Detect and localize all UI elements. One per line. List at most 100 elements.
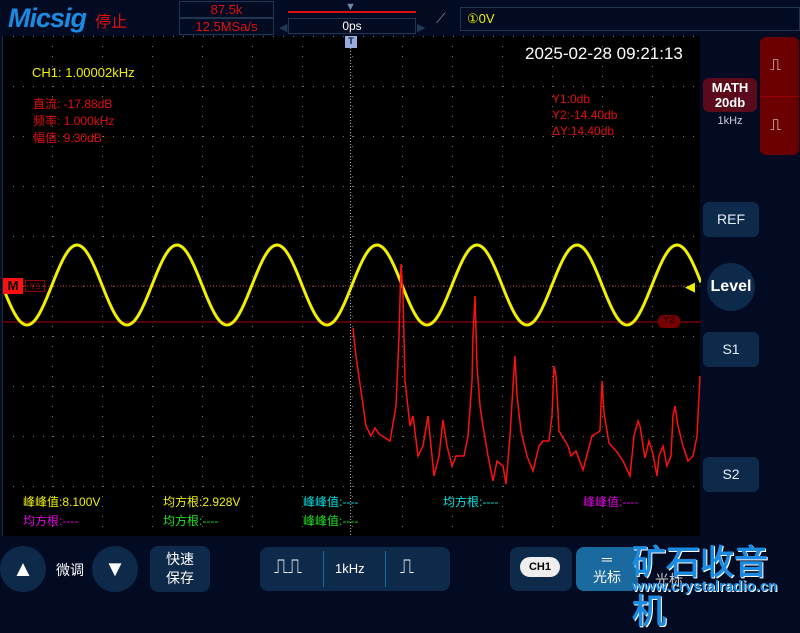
center-axis-dot <box>350 471 351 472</box>
grid-dot <box>623 386 624 387</box>
grid-dot <box>252 186 253 187</box>
cursor-button[interactable]: ═ 光标 <box>576 547 638 591</box>
grid-dot <box>252 126 253 127</box>
ref-button[interactable]: REF <box>703 202 759 237</box>
grid-dot <box>452 136 453 137</box>
run-stop-status[interactable]: 停止 <box>95 8 127 32</box>
grid-dot <box>153 336 154 337</box>
grid-dot <box>393 386 394 387</box>
center-axis-dot <box>350 465 351 466</box>
grid-dot <box>163 386 164 387</box>
memory-depth[interactable]: 87.5k <box>179 1 274 18</box>
grid-dot <box>233 336 234 337</box>
grid-dot <box>402 516 403 517</box>
grid-dot <box>113 286 114 287</box>
grid-dot <box>643 136 644 137</box>
grid-dot <box>402 106 403 107</box>
cursor-y1-marker[interactable]: Y1 <box>25 280 45 292</box>
ch1-rms: 均方根:2.928V <box>163 495 241 509</box>
ch1-button[interactable]: CH1 <box>510 547 572 591</box>
waveform-display[interactable]: 2025-02-28 09:21:13 CH1: 1.00002kHz 直流: … <box>2 36 701 536</box>
grid-dot <box>352 476 353 477</box>
grid-dot <box>152 526 153 527</box>
grid-dot <box>402 216 403 217</box>
scroll-left-icon[interactable]: ◀ <box>279 21 287 34</box>
trigger-position-icon[interactable]: ▼ <box>345 1 356 13</box>
down-arrow-button[interactable]: ▼ <box>92 546 138 592</box>
quick-save-button[interactable]: 快速 保存 <box>150 546 210 592</box>
grid-dot <box>302 46 303 47</box>
center-axis-dot <box>350 360 351 361</box>
trigger-level[interactable]: ①0V <box>460 7 800 31</box>
grid-dot <box>602 466 603 467</box>
grid-dot <box>202 446 203 447</box>
center-axis-dot <box>350 81 351 82</box>
grid-dot <box>293 136 294 137</box>
center-axis-dot <box>350 105 351 106</box>
lower-freq-icon[interactable]: ⎍ <box>400 556 414 579</box>
center-axis-dot <box>350 90 351 91</box>
grid-dot <box>102 186 103 187</box>
grid-dot <box>643 236 644 237</box>
s2-button[interactable]: S2 <box>703 457 759 492</box>
s1-button[interactable]: S1 <box>703 332 759 367</box>
grid-dot <box>202 466 203 467</box>
grid-dot <box>552 526 553 527</box>
grid-dot <box>152 466 153 467</box>
pulse-wide-icon[interactable]: ⎍ <box>770 57 781 75</box>
grid-dot <box>203 86 204 87</box>
grid-dot <box>252 516 253 517</box>
sample-rate[interactable]: 12.5MSa/s <box>179 18 274 35</box>
grid-dot <box>283 136 284 137</box>
grid-dot <box>23 436 24 437</box>
center-axis-dot <box>350 366 351 367</box>
math-button[interactable]: MATH 20db <box>703 78 757 112</box>
math-channel-marker[interactable]: M <box>3 278 23 294</box>
grid-dot <box>302 76 303 77</box>
grid-dot <box>343 236 344 237</box>
grid-dot <box>152 446 153 447</box>
grid-dot <box>403 36 404 37</box>
grid-dot <box>583 336 584 337</box>
grid-dot <box>52 186 53 187</box>
grid-dot <box>452 56 453 57</box>
grid-dot <box>352 106 353 107</box>
grid-dot <box>352 326 353 327</box>
scroll-right-icon[interactable]: ▶ <box>417 21 425 34</box>
grid-dot <box>63 336 64 337</box>
grid-dot <box>593 286 594 287</box>
grid-dot <box>152 476 153 477</box>
grid-dot <box>502 516 503 517</box>
grid-dot <box>673 136 674 137</box>
grid-dot <box>573 336 574 337</box>
rising-edge-icon[interactable]: ⟋ <box>436 10 446 27</box>
grid-dot <box>552 436 553 437</box>
cursor-y2-marker[interactable]: Y2 <box>658 315 680 328</box>
grid-dot <box>623 486 624 487</box>
grid-dot <box>173 486 174 487</box>
center-axis-dot <box>350 123 351 124</box>
grid-dot <box>653 136 654 137</box>
grid-dot <box>352 436 353 437</box>
center-axis-dot <box>350 180 351 181</box>
center-axis-dot <box>350 378 351 379</box>
center-axis-dot <box>350 240 351 241</box>
up-arrow-button[interactable]: ▲ <box>0 546 46 592</box>
center-axis-dot <box>350 222 351 223</box>
pulse-narrow-icon[interactable]: ⎍ <box>770 117 781 135</box>
grid-dot <box>402 476 403 477</box>
trigger-level-arrow-icon[interactable]: ◀ <box>685 279 695 295</box>
grid-dot <box>673 486 674 487</box>
trigger-time-marker[interactable]: T <box>345 36 357 48</box>
higher-freq-icon[interactable]: ⎍⎍ <box>274 556 302 579</box>
grid-dot <box>52 336 53 337</box>
grid-dot <box>102 516 103 517</box>
grid-dot <box>202 166 203 167</box>
center-axis-dot <box>350 474 351 475</box>
grid-dot <box>283 386 284 387</box>
time-offset[interactable]: 0ps <box>288 18 416 34</box>
grid-dot <box>302 376 303 377</box>
grid-dot <box>223 236 224 237</box>
math-waveform-panel[interactable]: ⎍ ⎍ <box>760 37 799 155</box>
level-knob[interactable]: Level <box>707 263 755 311</box>
